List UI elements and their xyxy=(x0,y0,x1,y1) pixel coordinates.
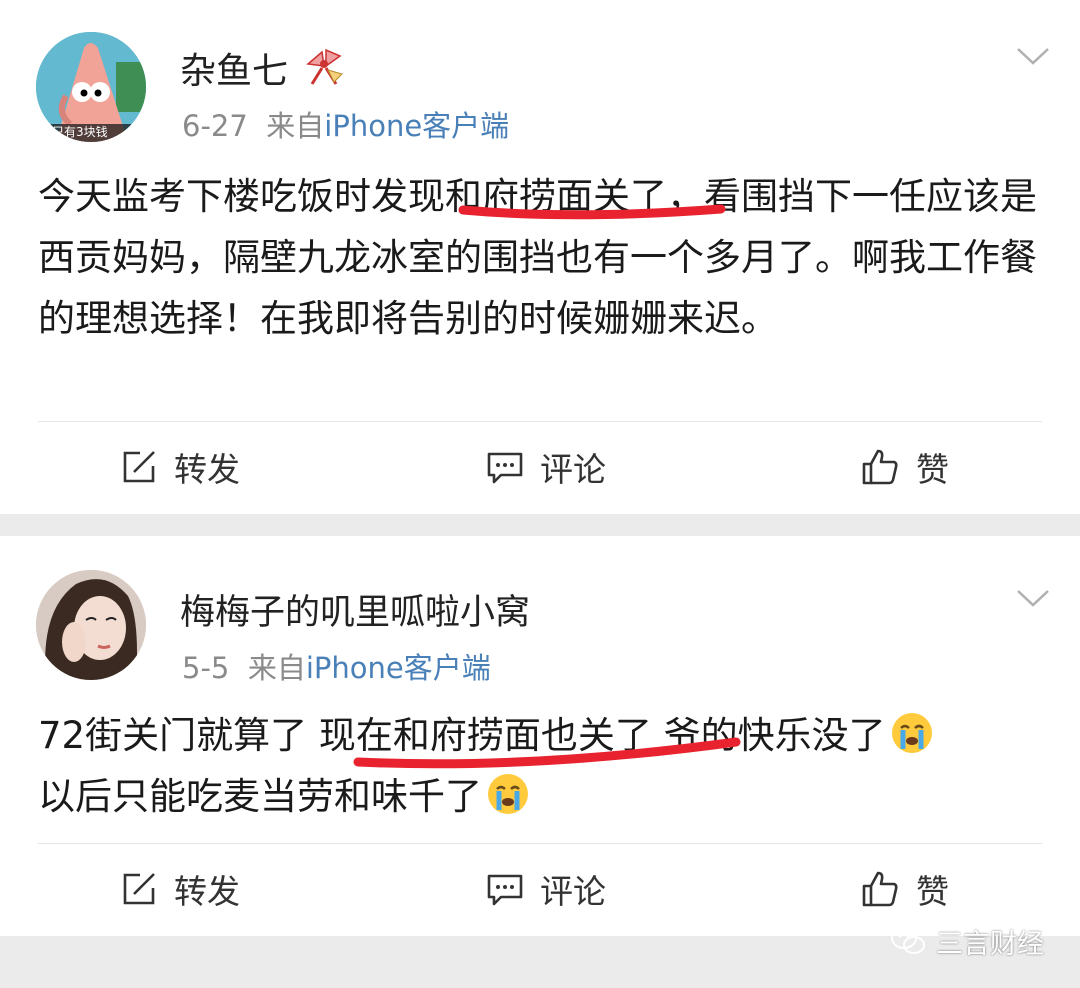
post-text-segment: 72街关门就算了 现在和府捞面也关了 爷的快乐没了 xyxy=(38,714,886,757)
repost-button[interactable]: 转发 xyxy=(120,432,240,502)
post-text: 今天监考下楼吃饭时发现和府捞面关了，看围挡下一任应该是西贡妈妈，隔壁九龙冰室的围… xyxy=(38,175,1037,340)
weibo-post: 梅梅子的叽里呱啦小窝 5-5 来自iPhone客户端 72街关门就算了 现在和府… xyxy=(0,536,1080,936)
watermark: 三言财经 xyxy=(890,924,1044,960)
action-bar: 转发 评论 赞 xyxy=(0,854,1080,924)
post-text-line: 以后只能吃麦当劳和味千了 xyxy=(38,766,1048,827)
wechat-icon xyxy=(891,927,925,954)
like-button[interactable]: 赞 xyxy=(860,854,949,924)
avatar-caption: 只有3块钱 xyxy=(52,125,108,139)
thumbs-up-icon xyxy=(862,871,898,907)
post-date: 5-5 xyxy=(182,651,230,685)
chevron-down-icon[interactable] xyxy=(1016,588,1050,608)
post-meta: 6-27 来自iPhone客户端 xyxy=(182,103,509,145)
source-prefix: 来自 xyxy=(266,109,325,143)
repost-button[interactable]: 转发 xyxy=(120,854,240,924)
comment-label: 评论 xyxy=(540,872,606,911)
source-client[interactable]: iPhone客户端 xyxy=(306,651,491,685)
weibo-post: 只有3块钱 杂鱼七 6-27 来自iPhone客户端 今天监考下楼吃饭时发现和府… xyxy=(0,0,1080,514)
edit-share-icon xyxy=(123,873,155,905)
source-prefix: 来自 xyxy=(247,651,306,685)
avatar-image-icon xyxy=(36,570,146,680)
username[interactable]: 梅梅子的叽里呱啦小窝 xyxy=(180,584,530,635)
username[interactable]: 杂鱼七 xyxy=(180,42,288,94)
comment-button[interactable]: 评论 xyxy=(486,854,606,924)
post-text: 72街关门就算了 现在和府捞面也关了 爷的快乐没了 以后只能吃麦当劳和味千了 xyxy=(38,705,1048,827)
source-client[interactable]: iPhone客户端 xyxy=(324,109,509,143)
post-text-segment: 以后只能吃麦当劳和味千了 xyxy=(38,775,482,818)
watermark-text: 三言财经 xyxy=(936,928,1044,960)
gift-ribbon-icon xyxy=(306,48,343,85)
like-button[interactable]: 赞 xyxy=(860,432,949,502)
repost-label: 转发 xyxy=(174,872,240,911)
edit-share-icon xyxy=(123,451,155,483)
avatar[interactable] xyxy=(36,570,146,680)
like-label: 赞 xyxy=(916,450,949,489)
like-label: 赞 xyxy=(916,872,949,911)
repost-label: 转发 xyxy=(174,450,240,489)
post-text-line: 72街关门就算了 现在和府捞面也关了 爷的快乐没了 xyxy=(38,705,1048,766)
action-bar: 转发 评论 赞 xyxy=(0,432,1080,502)
comment-bubble-icon xyxy=(487,452,523,484)
comment-button[interactable]: 评论 xyxy=(486,432,606,502)
divider xyxy=(38,421,1042,422)
post-date: 6-27 xyxy=(182,109,248,143)
thumbs-up-icon xyxy=(862,449,898,485)
comment-bubble-icon xyxy=(487,874,523,906)
comment-label: 评论 xyxy=(540,450,606,489)
divider xyxy=(38,843,1042,844)
avatar[interactable]: 只有3块钱 xyxy=(36,32,146,142)
crying-face-icon xyxy=(488,774,528,814)
post-meta: 5-5 来自iPhone客户端 xyxy=(182,645,491,687)
crying-face-icon xyxy=(891,713,932,753)
chevron-down-icon[interactable] xyxy=(1016,46,1050,66)
